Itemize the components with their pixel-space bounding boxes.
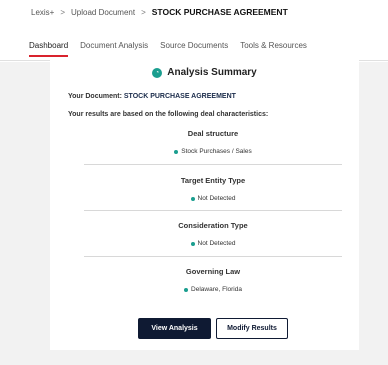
section-divider — [84, 210, 342, 211]
section-value-text: Delaware, Florida — [191, 286, 242, 293]
chevron-right-icon: > — [60, 7, 66, 17]
section-title: Deal structure — [187, 129, 239, 138]
document-line: Your Document: STOCK PURCHASE AGREEMENT — [68, 93, 236, 100]
section-value: Stock Purchases / Sales — [84, 148, 342, 155]
section-divider — [84, 164, 342, 165]
status-dot-icon — [190, 241, 195, 246]
section-value-text: Not Detected — [197, 195, 236, 202]
tab-dashboard[interactable]: Dashboard — [29, 41, 69, 57]
section-title: Target Entity Type — [180, 176, 246, 185]
document-name: STOCK PURCHASE AGREEMENT — [123, 93, 236, 100]
section-governing-law: Governing Law Delaware, Florida — [84, 267, 342, 293]
summary-title: Analysis Summary — [167, 67, 257, 78]
tab-tools-resources[interactable]: Tools & Resources — [240, 41, 307, 57]
section-target-entity: Target Entity Type Not Detected — [84, 176, 342, 202]
section-divider — [84, 256, 342, 257]
breadcrumb-item-lexis[interactable]: Lexis+ — [31, 8, 54, 17]
section-title: Consideration Type — [178, 221, 248, 230]
view-analysis-button[interactable]: View Analysis — [138, 318, 211, 339]
breadcrumb: Lexis+ > Upload Document > STOCK PURCHAS… — [31, 7, 288, 17]
card-title: ◔ Analysis Summary — [50, 67, 359, 78]
tab-source-documents[interactable]: Source Documents — [160, 41, 228, 57]
tab-bar: Dashboard Document Analysis Source Docum… — [29, 41, 319, 57]
section-value: Not Detected — [84, 240, 342, 247]
section-value-text: Stock Purchases / Sales — [181, 148, 252, 155]
section-title: Governing Law — [185, 267, 241, 276]
section-value-text: Not Detected — [197, 240, 236, 247]
status-dot-icon — [190, 196, 195, 201]
breadcrumb-item-upload[interactable]: Upload Document — [71, 8, 135, 17]
tab-document-analysis[interactable]: Document Analysis — [80, 41, 148, 57]
analysis-summary-card: ◔ Analysis Summary Your Document: STOCK … — [50, 60, 359, 350]
section-consideration-type: Consideration Type Not Detected — [84, 221, 342, 247]
section-value: Not Detected — [84, 195, 342, 202]
top-bar: Lexis+ > Upload Document > STOCK PURCHAS… — [0, 0, 388, 62]
chevron-right-icon: > — [141, 7, 146, 17]
breadcrumb-item-current: STOCK PURCHASE AGREEMENT — [151, 7, 288, 17]
modify-results-button[interactable]: Modify Results — [216, 318, 288, 339]
status-dot-icon — [184, 287, 189, 292]
based-on-text: Your results are based on the following … — [68, 111, 269, 118]
analysis-icon: ◔ — [152, 67, 163, 78]
document-label: Your Document: — [68, 93, 122, 100]
section-value: Delaware, Florida — [84, 286, 342, 293]
status-dot-icon — [174, 149, 179, 154]
section-deal-structure: Deal structure Stock Purchases / Sales — [84, 129, 342, 155]
